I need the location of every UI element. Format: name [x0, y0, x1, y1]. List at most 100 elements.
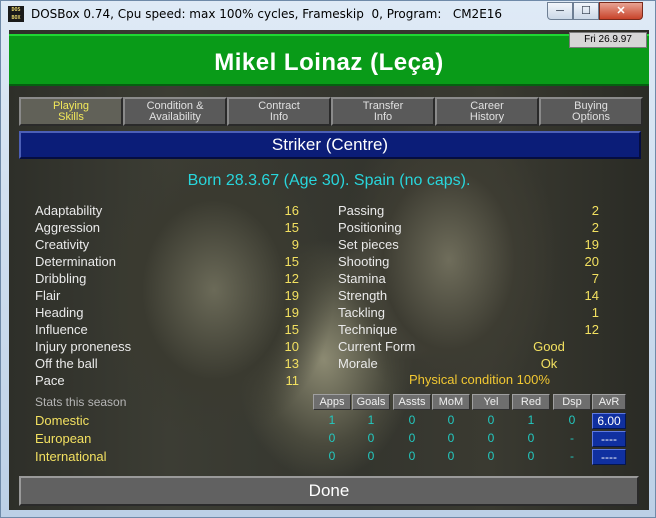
stats-column-header: MoM [432, 394, 470, 410]
tab-contract[interactable]: Contract Info [227, 97, 331, 126]
close-button[interactable]: ✕ [599, 2, 643, 20]
birth-nationality-line: Born 28.3.67 (Age 30). Spain (no caps). [187, 172, 471, 189]
stats-column-header: Goals [352, 394, 390, 410]
stats-column-header: Apps [313, 394, 351, 410]
stats-cell: 0 [487, 449, 495, 463]
tab-condition[interactable]: Condition & Availability [123, 97, 227, 126]
attribute-value: 15 [284, 254, 299, 269]
attribute-name: Passing [338, 203, 385, 218]
attribute-name: Off the ball [35, 356, 98, 371]
attribute-name: Positioning [338, 220, 402, 235]
attribute-name: Injury proneness [35, 339, 132, 354]
stats-cell: - [570, 449, 574, 463]
attribute-value: 19 [284, 288, 299, 303]
tab-label-line2: History [469, 111, 505, 123]
player-name-banner: Mikel Loinaz (Leça) [9, 34, 649, 86]
attribute-name: Dribbling [35, 271, 87, 286]
stats-cell: 0 [408, 413, 416, 427]
attribute-value: 19 [584, 237, 599, 252]
attribute-name: Pace [35, 373, 65, 388]
attribute-name: Aggression [35, 220, 101, 235]
attribute-value: 11 [285, 373, 300, 388]
tab-career[interactable]: Career History [435, 97, 539, 126]
tab-label-line2: Skills [58, 111, 84, 123]
attribute-value: 10 [284, 339, 299, 354]
stats-cell: 1 [527, 413, 535, 427]
attribute-name: Shooting [338, 254, 390, 269]
minimize-button[interactable]: ─ [547, 2, 573, 20]
attribute-name: Current Form [338, 339, 416, 354]
stats-row-label: Domestic [35, 413, 90, 428]
attribute-name: Adaptability [35, 203, 103, 218]
stats-cell: 1 [367, 413, 375, 427]
stats-cell: 0 [487, 413, 495, 427]
tab-label-line2: Info [269, 111, 289, 123]
player-position: Striker (Centre) [19, 131, 641, 159]
tab-transfer[interactable]: Transfer Info [331, 97, 435, 126]
attribute-value: 12 [584, 322, 599, 337]
tab-buying[interactable]: Buying Options [539, 97, 643, 126]
stats-cell: 1 [328, 413, 336, 427]
stats-column-header: AvR [592, 394, 626, 410]
stats-row-label: International [35, 449, 107, 464]
stats-cell: 0 [408, 449, 416, 463]
stats-cell: - [570, 431, 574, 445]
window-title: DOSBox 0.74, Cpu speed: max 100% cycles,… [31, 7, 503, 21]
attribute-value: 1 [591, 305, 599, 320]
attribute-name: Flair [35, 288, 61, 303]
tab-playing[interactable]: Playing Skills [19, 97, 123, 126]
stats-column-header: Red [512, 394, 550, 410]
done-button[interactable]: Done [19, 476, 639, 506]
player-name: Mikel Loinaz (Leça) [214, 49, 444, 76]
stats-cell: 0 [527, 449, 535, 463]
maximize-button[interactable]: ☐ [573, 2, 599, 20]
attribute-value: 2 [591, 220, 599, 235]
physical-condition: Physical condition 100% [409, 372, 550, 387]
tab-label-line2: Info [373, 111, 393, 123]
attribute-value: 14 [584, 288, 599, 303]
attribute-name: Creativity [35, 237, 90, 252]
game-date: Fri 26.9.97 [569, 32, 647, 48]
stats-cell: 0 [367, 449, 375, 463]
attribute-name: Tackling [338, 305, 385, 320]
average-rating: ---- [592, 431, 626, 447]
title-bar[interactable]: DOS BOX DOSBox 0.74, Cpu speed: max 100%… [1, 1, 655, 29]
stats-row-label: European [35, 431, 92, 446]
stats-column-header: Yel [472, 394, 510, 410]
attribute-name: Influence [35, 322, 88, 337]
attribute-value: 9 [291, 237, 299, 252]
stats-cell: 0 [447, 413, 455, 427]
stats-cell: 0 [367, 431, 375, 445]
attribute-value: 20 [584, 254, 599, 269]
attribute-value: 13 [284, 356, 299, 371]
tab-label-line2: Availability [149, 111, 201, 123]
attribute-name: Determination [35, 254, 116, 269]
attribute-value: 15 [284, 220, 299, 235]
attribute-name: Technique [338, 322, 398, 337]
attribute-value: 2 [591, 203, 599, 218]
stats-title: Stats this season [35, 395, 127, 409]
average-rating: 6.00 [592, 413, 626, 429]
stats-column-header: Dsp [553, 394, 591, 410]
stats-cell: 0 [447, 431, 455, 445]
tab-label-line2: Options [572, 111, 610, 123]
attribute-value: 15 [284, 322, 299, 337]
stats-cell: 0 [328, 431, 336, 445]
stats-cell: 0 [447, 449, 455, 463]
attribute-name: Heading [35, 305, 84, 320]
attribute-value: 16 [284, 203, 299, 218]
attribute-name: Morale [338, 356, 378, 371]
stats-cell: 0 [408, 431, 416, 445]
attribute-value: 12 [284, 271, 299, 286]
stats-cell: 0 [527, 431, 535, 445]
dosbox-window: DOS BOX DOSBox 0.74, Cpu speed: max 100%… [0, 0, 656, 518]
game-screen: Mikel Loinaz (Leça) Fri 26.9.97 Playing S… [9, 30, 649, 510]
stats-cell: 0 [568, 413, 576, 427]
stats-column-header: Assts [393, 394, 431, 410]
attribute-name: Set pieces [338, 237, 399, 252]
attribute-name: Stamina [338, 271, 386, 286]
attribute-value: Ok [540, 356, 558, 371]
attribute-value: Good [533, 339, 565, 354]
stats-cell: 0 [487, 431, 495, 445]
attribute-name: Strength [338, 288, 388, 303]
